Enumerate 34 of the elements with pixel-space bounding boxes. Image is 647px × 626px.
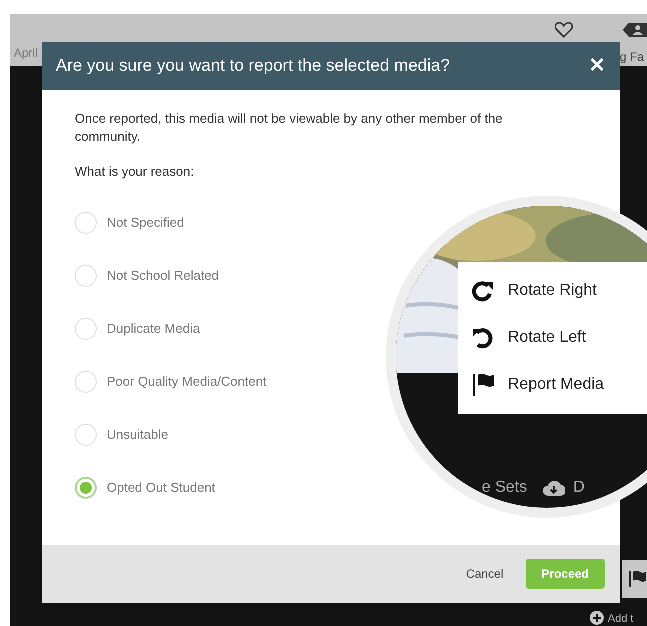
report-button[interactable] <box>622 560 647 598</box>
radio-button[interactable] <box>75 371 97 393</box>
reason-label: Opted Out Student <box>107 479 216 498</box>
menu-item[interactable]: Report Media <box>472 372 633 397</box>
menu-item[interactable]: Rotate Left <box>472 326 633 350</box>
rotate-left-icon <box>472 326 494 349</box>
radio-button[interactable] <box>75 424 97 446</box>
radio-button[interactable] <box>75 265 97 287</box>
date-label: April <box>14 45 38 62</box>
radio-button[interactable] <box>75 477 97 499</box>
add-label: Add t <box>608 612 634 626</box>
radio-button[interactable] <box>75 318 97 340</box>
reason-question: What is your reason: <box>75 163 196 181</box>
radio-button[interactable] <box>75 212 97 234</box>
dialog-message: Once reported, this media will not be viewable by any other member of the community. <box>75 110 504 146</box>
flag-icon <box>628 570 646 588</box>
heart-icon[interactable] <box>555 22 573 38</box>
tag-icon[interactable] <box>623 23 647 37</box>
flag-icon <box>472 372 494 397</box>
rotate-right-icon <box>472 280 494 302</box>
reason-label: Not School Related <box>107 267 220 286</box>
close-button[interactable]: ✕ <box>589 56 606 76</box>
plus-icon[interactable] <box>590 611 604 625</box>
tag-label: g Fa <box>620 49 644 66</box>
toolbar-item[interactable]: D <box>543 476 585 500</box>
toolbar-item[interactable]: e Sets <box>482 476 528 500</box>
cancel-button[interactable]: Cancel <box>466 565 504 583</box>
reason-label: Unsuitable <box>107 426 168 444</box>
reason-label: Duplicate Media <box>107 320 200 338</box>
reason-label: Not Specified <box>107 214 184 232</box>
cloud-download-icon <box>543 479 566 497</box>
menu-item[interactable]: Rotate Right <box>472 279 633 304</box>
dialog-title: Are you sure you want to report the selected media? <box>56 55 450 78</box>
reason-label: Poor Quality Media/Content <box>107 373 267 392</box>
